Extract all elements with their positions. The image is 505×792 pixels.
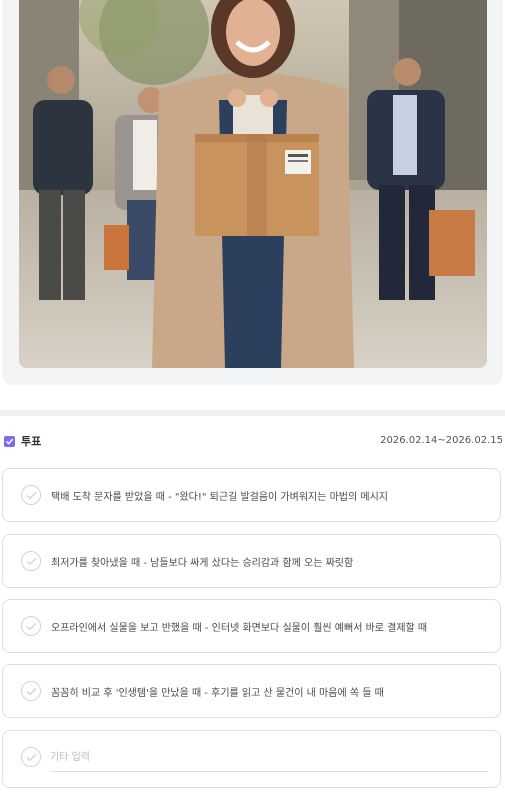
other-input[interactable] [50,745,488,772]
hero-photo [19,0,487,368]
poll-checkbox-icon [4,436,15,447]
photo-card [2,0,503,385]
poll-option-1[interactable]: 택배 도착 문자를 받았을 때 - "왔다!" 퇴근길 발걸음이 가벼워지는 마… [2,468,501,522]
poll-option-2[interactable]: 최저가를 찾아냈을 때 - 남들보다 싸게 샀다는 승리감과 함께 오는 짜릿함 [2,534,501,588]
poll-option-label: 오프라인에서 실물을 보고 반했을 때 - 인터넷 화면보다 실물이 훨씬 예뻐… [51,623,428,634]
poll-option-3[interactable]: 오프라인에서 실물을 보고 반했을 때 - 인터넷 화면보다 실물이 훨씬 예뻐… [2,599,501,653]
option-check-icon [21,747,41,767]
poll-header: 투표 2026.02.14~2026.02.15 [0,432,505,452]
poll-option-label: 꼼꼼히 비교 후 '인생템'을 만났을 때 - 후기를 읽고 산 물건이 내 마… [51,688,384,699]
section-divider [0,410,505,416]
poll-title: 투표 [21,435,42,448]
poll-option-label: 택배 도착 문자를 받았을 때 - "왔다!" 퇴근길 발걸음이 가벼워지는 마… [51,492,388,503]
poll-option-other[interactable] [2,730,501,788]
poll-option-4[interactable]: 꼼꼼히 비교 후 '인생템'을 만났을 때 - 후기를 읽고 산 물건이 내 마… [2,664,501,718]
option-check-icon [21,616,41,636]
poll-date-range: 2026.02.14~2026.02.15 [380,435,503,446]
option-check-icon [21,681,41,701]
option-check-icon [21,551,41,571]
option-check-icon [21,485,41,505]
poll-option-label: 최저가를 찾아냈을 때 - 남들보다 싸게 샀다는 승리감과 함께 오는 짜릿함 [51,558,354,569]
